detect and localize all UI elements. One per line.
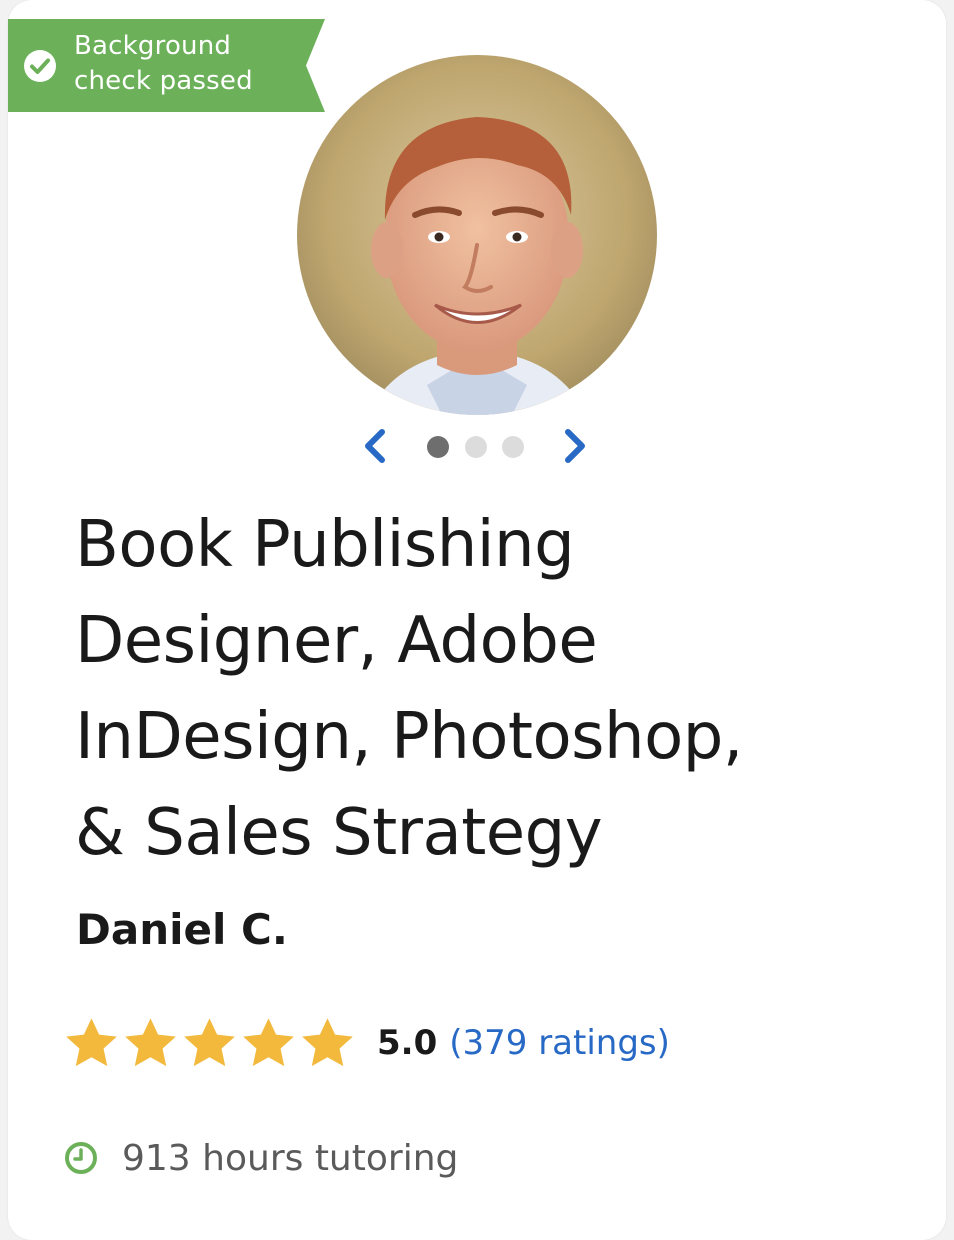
carousel-dot-3[interactable] <box>502 436 524 458</box>
rating-score: 5.0 <box>377 1023 438 1063</box>
star-icon <box>125 1017 176 1066</box>
tutor-name: Daniel C. <box>76 905 288 954</box>
ratings-count-link[interactable]: (379 ratings) <box>449 1023 670 1063</box>
chevron-right-icon[interactable] <box>555 426 595 466</box>
headline-line-2: Designer, Adobe <box>75 604 598 678</box>
hours-label: 913 hours tutoring <box>122 1137 459 1179</box>
star-rating <box>62 1014 357 1073</box>
badge-label: Background check passed <box>74 29 304 99</box>
check-circle-icon <box>24 50 56 82</box>
carousel-dot-1[interactable] <box>427 436 449 458</box>
badge-label-line-1: Background <box>74 31 232 61</box>
tutor-headline[interactable]: Book Publishing Designer, Adobe InDesign… <box>75 497 895 881</box>
tutoring-hours: 913 hours tutoring <box>64 1128 458 1188</box>
rating-row: 5.0 (379 ratings) <box>62 1008 670 1078</box>
headline-line-4: & Sales Strategy <box>75 796 603 870</box>
photo-carousel-controls <box>355 420 605 472</box>
headline-line-3: InDesign, Photoshop, <box>75 700 743 774</box>
chevron-left-icon[interactable] <box>355 426 395 466</box>
carousel-dot-2[interactable] <box>465 436 487 458</box>
profile-photo[interactable] <box>297 55 657 415</box>
star-icon <box>243 1017 294 1066</box>
headline-line-1: Book Publishing <box>75 508 575 582</box>
clock-icon <box>65 1142 97 1174</box>
avatar <box>297 55 657 415</box>
star-icon <box>302 1017 353 1066</box>
star-icon <box>184 1017 235 1066</box>
star-icon <box>66 1017 117 1066</box>
badge-label-line-2: check passed <box>74 66 253 96</box>
background-check-badge: Background check passed <box>8 19 325 112</box>
